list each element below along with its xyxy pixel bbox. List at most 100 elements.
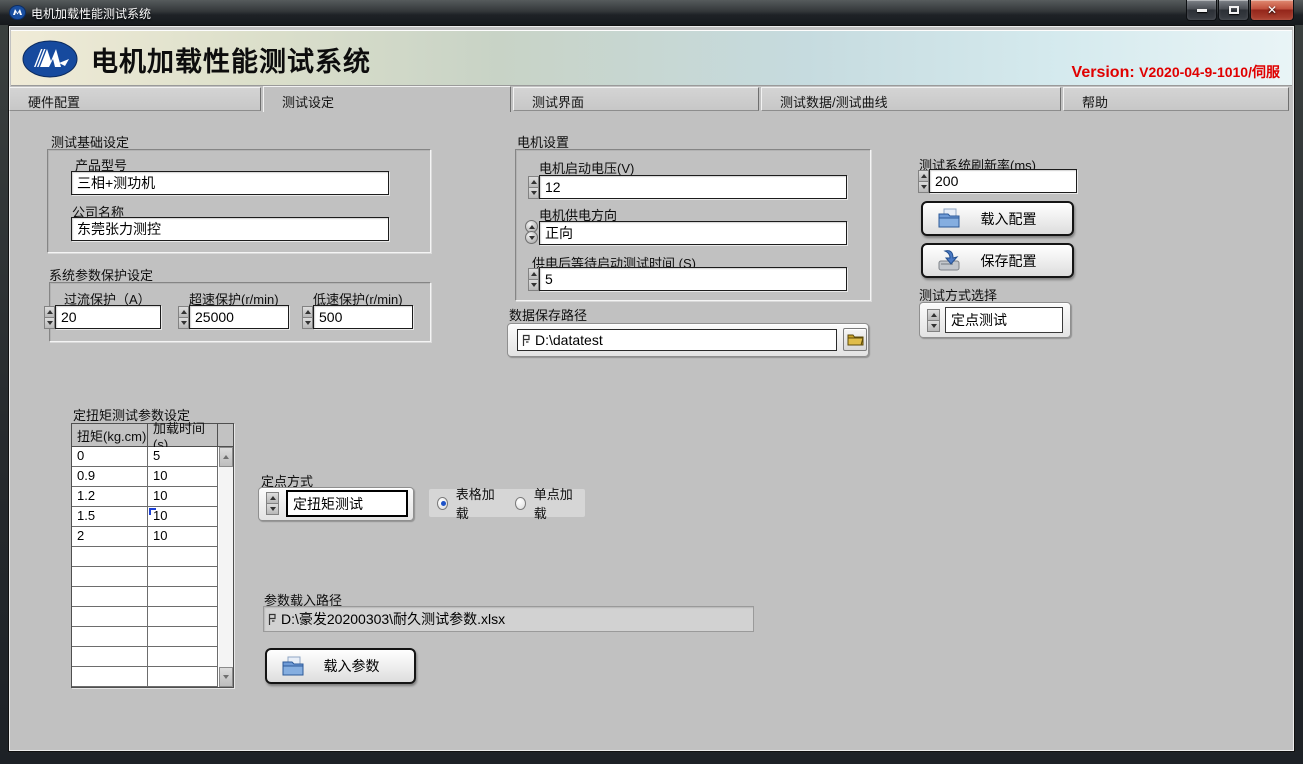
table-row	[72, 607, 233, 627]
close-button[interactable]: ✕	[1250, 0, 1294, 21]
radio-single-load[interactable]	[515, 497, 526, 510]
table-cell[interactable]: 0.9	[72, 467, 148, 487]
product-model-input[interactable]: 三相+测功机	[71, 171, 389, 195]
load-mode-radio-group: 表格加载 单点加载	[429, 489, 585, 517]
scroll-down-icon[interactable]	[219, 667, 233, 687]
spin-down-icon[interactable]	[525, 231, 538, 244]
path-symbol-icon	[268, 613, 277, 626]
table-cell[interactable]	[72, 627, 148, 647]
data-save-path-label: 数据保存路径	[509, 305, 587, 324]
app-icon	[9, 4, 26, 21]
window-title: 电机加载性能测试系统	[31, 5, 151, 22]
overcurrent-spin-buttons[interactable]	[44, 306, 55, 329]
table-cell[interactable]: 1.5	[72, 507, 148, 527]
table-cell[interactable]	[148, 607, 218, 627]
radio-table-load[interactable]	[437, 497, 448, 510]
test-mode-enum[interactable]: 定点测试	[945, 307, 1063, 333]
table-cell[interactable]: 10	[148, 527, 218, 547]
supply-direction-spin-buttons[interactable]	[525, 220, 539, 244]
table-cell[interactable]	[148, 647, 218, 667]
table-cell[interactable]	[148, 547, 218, 567]
table-cell[interactable]: 5	[148, 447, 218, 467]
table-cell[interactable]	[72, 647, 148, 667]
lowspeed-spin-buttons[interactable]	[302, 306, 313, 329]
table-cell[interactable]	[148, 627, 218, 647]
save-config-label: 保存配置	[963, 251, 1054, 271]
spin-down-icon[interactable]	[528, 187, 539, 199]
table-cell[interactable]	[148, 587, 218, 607]
company-name-input[interactable]: 东莞张力测控	[71, 217, 389, 241]
start-voltage-input[interactable]: 12	[539, 175, 847, 199]
spin-down-icon[interactable]	[44, 317, 55, 329]
window-titlebar[interactable]: 电机加载性能测试系统 ✕	[0, 0, 1303, 25]
table-row	[72, 547, 233, 567]
overspeed-input[interactable]: 25000	[189, 305, 289, 329]
version-text: Version: V2020-04-9-1010/伺服	[1072, 62, 1280, 82]
page-title: 电机加载性能测试系统	[91, 40, 371, 79]
tab-test-data-curves[interactable]: 测试数据/测试曲线	[761, 87, 1061, 111]
point-mode-enum[interactable]: 定扭矩测试	[286, 490, 408, 517]
table-row: 1.210	[72, 487, 233, 507]
minimize-icon	[1197, 9, 1207, 12]
table-row	[72, 667, 233, 687]
torque-table-body: 050.9101.2101.510210	[72, 447, 233, 687]
table-cell[interactable]	[72, 567, 148, 587]
load-params-button[interactable]: 载入参数	[265, 648, 416, 684]
save-config-button[interactable]: 保存配置	[921, 243, 1074, 278]
maximize-button[interactable]	[1218, 0, 1249, 21]
table-cell[interactable]	[72, 587, 148, 607]
radio-single-load-label: 单点加载	[534, 484, 575, 522]
spin-down-icon[interactable]	[302, 317, 313, 329]
tab-help[interactable]: 帮助	[1063, 87, 1289, 111]
refresh-rate-input[interactable]: 200	[929, 169, 1077, 193]
wait-time-spin-buttons[interactable]	[528, 268, 539, 291]
spin-down-icon[interactable]	[528, 279, 539, 291]
tab-test-interface[interactable]: 测试界面	[513, 87, 759, 111]
load-config-label: 载入配置	[963, 209, 1054, 229]
table-cell[interactable]	[72, 547, 148, 567]
table-cell[interactable]: 1.2	[72, 487, 148, 507]
table-cell[interactable]: 10	[148, 467, 218, 487]
table-cell[interactable]	[72, 607, 148, 627]
table-row: 0.910	[72, 467, 233, 487]
point-mode-spin-buttons[interactable]	[266, 492, 279, 515]
table-cell[interactable]: 10	[148, 487, 218, 507]
table-cell[interactable]: 10	[148, 507, 218, 527]
spin-down-icon[interactable]	[927, 320, 940, 332]
table-cell[interactable]: 2	[72, 527, 148, 547]
refresh-rate-spin-buttons[interactable]	[918, 170, 929, 193]
table-cell[interactable]	[148, 567, 218, 587]
lowspeed-input[interactable]: 500	[313, 305, 413, 329]
supply-direction-enum[interactable]: 正向	[539, 221, 847, 245]
torque-table-header: 扭矩(kg.cm) 加载时间(s)	[72, 424, 233, 447]
tab-test-settings[interactable]: 测试设定	[263, 86, 511, 112]
folder-open-icon	[281, 656, 307, 677]
scroll-up-icon[interactable]	[219, 447, 233, 467]
tab-hardware-config[interactable]: 硬件配置	[9, 87, 261, 111]
close-icon: ✕	[1267, 3, 1277, 17]
load-config-button[interactable]: 载入配置	[921, 201, 1074, 236]
table-row	[72, 627, 233, 647]
spin-down-icon[interactable]	[266, 503, 279, 515]
maximize-icon	[1229, 6, 1239, 14]
minimize-button[interactable]	[1186, 0, 1217, 21]
save-disk-icon	[937, 249, 963, 272]
overspeed-spin-buttons[interactable]	[178, 306, 189, 329]
test-mode-spin-buttons[interactable]	[927, 309, 940, 332]
overcurrent-input[interactable]: 20	[55, 305, 161, 329]
version-value: V2020-04-9-1010/伺服	[1139, 64, 1280, 80]
table-cell[interactable]: 0	[72, 447, 148, 467]
browse-folder-button[interactable]	[843, 328, 867, 351]
param-path-text: D:\豪发20200303\耐久测试参数.xlsx	[281, 609, 505, 629]
spin-down-icon[interactable]	[178, 317, 189, 329]
table-row	[72, 587, 233, 607]
spin-down-icon[interactable]	[918, 181, 929, 193]
data-save-path-input[interactable]: D:\datatest	[517, 329, 837, 351]
table-cell[interactable]	[72, 667, 148, 687]
table-row: 05	[72, 447, 233, 467]
table-scrollbar[interactable]	[219, 447, 233, 687]
table-row: 1.510	[72, 507, 233, 527]
start-voltage-spin-buttons[interactable]	[528, 176, 539, 199]
wait-time-input[interactable]: 5	[539, 267, 847, 291]
table-cell[interactable]	[148, 667, 218, 687]
